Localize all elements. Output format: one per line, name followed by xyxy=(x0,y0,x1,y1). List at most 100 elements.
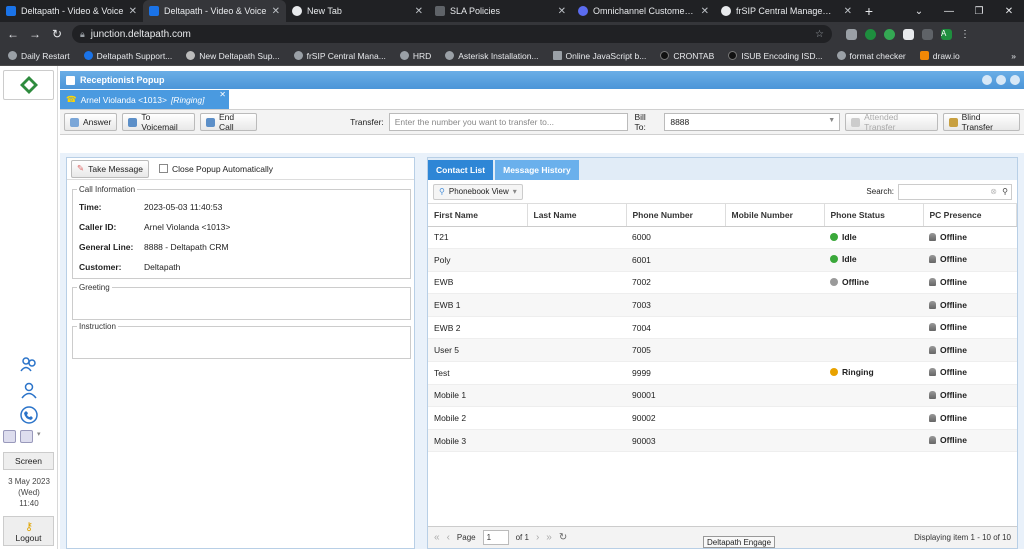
table-row[interactable]: Mobile 1 90001 Offline xyxy=(428,384,1017,408)
sidepanel-icon[interactable] xyxy=(922,28,933,40)
restore-icon[interactable]: ❐ xyxy=(964,6,994,17)
grammarly-icon[interactable] xyxy=(865,28,876,40)
table-row[interactable]: Mobile 2 90002 Offline xyxy=(428,406,1017,430)
extension-icon[interactable] xyxy=(846,28,857,40)
reload-icon[interactable]: ↻ xyxy=(50,27,64,41)
bookmark-item[interactable]: CRONTAB xyxy=(660,51,714,61)
tab-contact-list[interactable]: Contact List xyxy=(428,160,494,180)
popup-body: ✎ Take Message Close Popup Automatically … xyxy=(60,153,1024,549)
url-bar[interactable]: 🔒︎ junction.deltapath.com ☆ xyxy=(72,25,832,43)
refresh-icon[interactable]: ↻ xyxy=(559,532,567,543)
deltapath-logo[interactable] xyxy=(3,70,54,100)
bookmark-item[interactable]: Online JavaScript b... xyxy=(552,51,646,61)
bookmark-item[interactable]: frSIP Central Mana... xyxy=(293,51,386,61)
grid-icon[interactable] xyxy=(3,430,16,443)
previous-page-icon[interactable]: ‹ xyxy=(447,532,450,543)
extension-icon[interactable] xyxy=(884,28,895,40)
table-row[interactable]: EWB 2 7004 Offline xyxy=(428,316,1017,340)
bookmark-star-icon[interactable]: ☆ xyxy=(815,29,824,40)
bookmarks-more-icon[interactable]: » xyxy=(1011,51,1016,61)
minimize-icon[interactable]: — xyxy=(934,6,964,17)
next-page-icon[interactable]: › xyxy=(536,532,539,543)
cell-phone-number: 7002 xyxy=(626,271,725,295)
page-number-input[interactable]: 1 xyxy=(482,530,509,545)
logout-button[interactable]: ⚷ Logout xyxy=(3,516,54,546)
attended-transfer-button[interactable]: Attended Transfer xyxy=(845,112,938,132)
close-window-icon[interactable]: ✕ xyxy=(994,6,1024,17)
screen-button[interactable]: Screen xyxy=(3,452,54,470)
bookmark-item[interactable]: New Deltapath Sup... xyxy=(186,51,280,61)
menu-kebab-icon[interactable]: ⋮ xyxy=(960,29,970,40)
close-popup-checkbox[interactable] xyxy=(158,164,168,173)
puzzle-icon[interactable] xyxy=(903,28,914,40)
search-input[interactable]: ⊗ ⚲ xyxy=(898,183,1012,200)
close-popup-icon[interactable] xyxy=(1010,75,1020,85)
close-tab-icon[interactable]: ✕ xyxy=(701,6,709,17)
window-icon[interactable] xyxy=(20,430,33,443)
column-header-phone-number[interactable]: Phone Number xyxy=(626,204,726,227)
close-tab-icon[interactable]: ✕ xyxy=(415,6,423,17)
bookmark-item[interactable]: HRD xyxy=(399,51,431,61)
bookmark-item[interactable]: ISUB Encoding ISD... xyxy=(728,51,823,61)
column-header-last-name[interactable]: Last Name xyxy=(527,204,627,227)
phonebook-view-dropdown[interactable]: ⚲ Phonebook View ▾ xyxy=(433,183,523,200)
browser-tab[interactable]: Deltapath - Video & Voice ✕ xyxy=(0,0,143,22)
table-row[interactable]: Mobile 3 90003 Offline xyxy=(428,429,1017,453)
frsip-favicon-icon xyxy=(721,6,731,16)
close-popup-automatically[interactable]: Close Popup Automatically xyxy=(158,164,273,174)
close-tab-icon[interactable]: ✕ xyxy=(558,6,566,17)
new-tab-icon[interactable]: + xyxy=(858,0,880,22)
user-icon[interactable] xyxy=(19,380,39,400)
minimize-popup-icon[interactable] xyxy=(982,75,992,85)
take-message-button[interactable]: ✎ Take Message xyxy=(71,159,149,178)
first-page-icon[interactable]: « xyxy=(434,532,440,543)
column-header-phone-status[interactable]: Phone Status xyxy=(824,204,924,227)
tab-message-history[interactable]: Message History xyxy=(495,160,579,180)
contacts-icon[interactable] xyxy=(19,354,39,374)
close-tab-icon[interactable]: ✕ xyxy=(129,6,137,17)
table-row[interactable]: Poly 6001 Idle Offline xyxy=(428,248,1017,272)
table-row[interactable]: User 5 7005 Offline xyxy=(428,338,1017,363)
table-row[interactable]: Test 9999 Ringing Offline xyxy=(428,361,1017,385)
browser-tab[interactable]: frSIP Central Management ✕ xyxy=(715,0,858,22)
column-header-mobile-number[interactable]: Mobile Number xyxy=(725,204,825,227)
last-page-icon[interactable]: » xyxy=(546,532,552,543)
forward-icon[interactable]: → xyxy=(28,27,42,41)
settings-popup-icon[interactable] xyxy=(996,75,1006,85)
browser-tab-active[interactable]: Deltapath - Video & Voice ✕ xyxy=(143,0,286,22)
blind-transfer-label: Blind Transfer xyxy=(961,112,993,132)
table-row[interactable]: EWB 1 7003 Offline xyxy=(428,293,1017,317)
bookmark-item[interactable]: draw.io xyxy=(919,51,960,61)
browser-tab[interactable]: Omnichannel Customer En ✕ xyxy=(572,0,715,22)
browser-tab[interactable]: SLA Policies ✕ xyxy=(429,0,572,22)
close-tab-icon[interactable]: ✕ xyxy=(272,6,280,17)
table-row[interactable]: EWB 7002 Offline Offline xyxy=(428,271,1017,295)
presence-text: Offline xyxy=(940,367,967,378)
bookmark-item[interactable]: Asterisk Installation... xyxy=(445,51,539,61)
tab-search-icon[interactable]: ⌄ xyxy=(904,6,934,17)
end-call-button[interactable]: End Call xyxy=(199,112,258,132)
back-icon[interactable]: ← xyxy=(6,27,20,41)
blind-transfer-button[interactable]: Blind Transfer xyxy=(942,112,1020,132)
dropdown-caret-icon[interactable]: ▾ xyxy=(37,430,50,443)
answer-button[interactable]: Answer xyxy=(64,113,118,131)
bookmark-item[interactable]: Daily Restart xyxy=(8,51,70,61)
column-header-first-name[interactable]: First Name xyxy=(428,204,528,227)
to-voicemail-button[interactable]: To Voicemail xyxy=(122,112,195,132)
phone-icon[interactable] xyxy=(19,405,39,425)
close-tab-icon[interactable]: ✕ xyxy=(844,6,852,17)
bookmark-item[interactable]: format checker xyxy=(836,51,906,61)
table-row[interactable]: T21 6000 Idle Offline xyxy=(428,226,1017,250)
bill-to-select[interactable]: 8888 ▼ xyxy=(664,113,841,131)
cell-last-name xyxy=(527,384,626,408)
browser-tab[interactable]: New Tab ✕ xyxy=(286,0,429,22)
call-tab[interactable]: ☎ Arnel Violanda <1013> [Ringing] ✕ xyxy=(60,90,229,109)
clear-search-icon[interactable]: ⊗ xyxy=(990,187,997,196)
column-header-pc-presence[interactable]: PC Presence xyxy=(923,204,1017,227)
transfer-input[interactable]: Enter the number you want to transfer to… xyxy=(388,113,629,131)
close-call-tab-icon[interactable]: ✕ xyxy=(219,90,226,99)
popup-title: Receptionist Popup xyxy=(80,75,165,85)
profile-avatar[interactable]: A xyxy=(941,28,952,40)
search-icon[interactable]: ⚲ xyxy=(1002,187,1008,196)
bookmark-item[interactable]: Deltapath Support... xyxy=(83,51,172,61)
